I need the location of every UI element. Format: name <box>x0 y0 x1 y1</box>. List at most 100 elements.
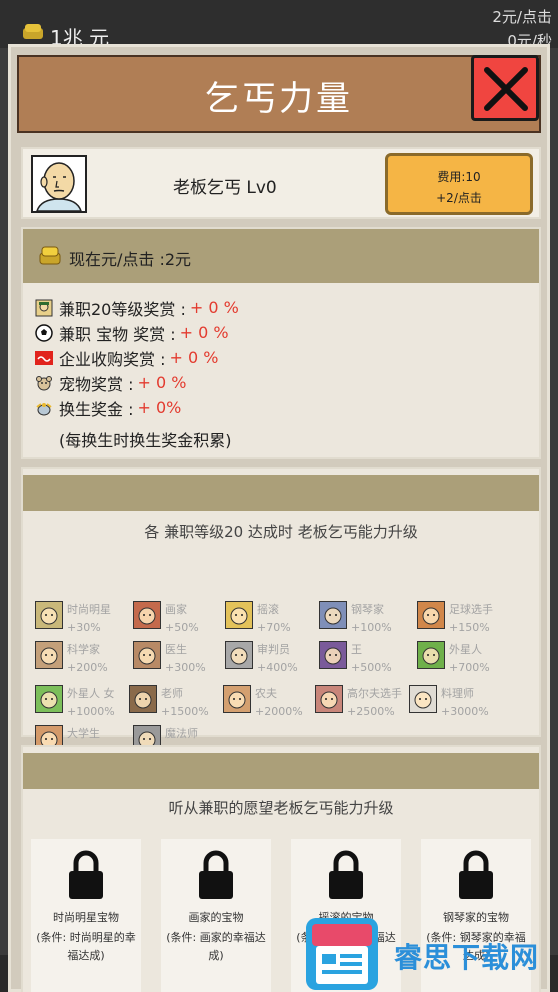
watermark-text: 睿思下载网 <box>394 941 540 974</box>
company-icon <box>35 349 53 367</box>
job-entry: 外星人 女 +1000% <box>35 685 131 725</box>
bonus-label: 兼职20等级奖赏 : <box>59 299 186 319</box>
job-bonus-percent: +300% <box>165 661 206 674</box>
job-portrait-icon <box>133 601 161 629</box>
treasure-slot[interactable]: 画家的宝物 (条件: 画家的幸福达成) <box>161 839 271 992</box>
upgrade-cost-button[interactable]: 费用:10 +2/点击 <box>385 153 533 215</box>
job-bonus-percent: +700% <box>449 661 490 674</box>
job-bonus-percent: +400% <box>257 661 298 674</box>
job-name: 画家 <box>165 603 187 616</box>
bonus-label: 换生奖金 : <box>59 399 134 419</box>
bonus-value: + 0 % <box>189 298 239 317</box>
rebirth-icon <box>35 399 53 417</box>
boss-beggar-avatar <box>31 155 87 213</box>
upgrade-name: 老板乞丐 Lv0 <box>173 178 277 198</box>
job-name: 料理师 <box>441 687 474 700</box>
bonus-label: 企业收购奖赏 : <box>59 349 166 369</box>
bonus-value: + 0 % <box>169 348 219 367</box>
job-name: 外星人 <box>449 643 482 656</box>
job-entry: 科学家 +200% <box>35 641 131 681</box>
treasure-header-band <box>23 753 539 789</box>
beggar-power-dialog: 乞丐力量 老板乞丐 Lv0 费用:10 +2/点击 现在元/点击:2元 兼职2… <box>8 44 550 992</box>
job-name: 科学家 <box>67 643 100 656</box>
job-entry: 钢琴家 +100% <box>319 601 415 641</box>
bonus-label: 宠物奖赏 : <box>59 374 134 394</box>
rate-per-click: 2元/点击 <box>492 8 552 26</box>
job-entry: 王 +500% <box>319 641 415 681</box>
job-bonus-percent: +100% <box>351 621 392 634</box>
jobs-header-band <box>23 475 539 511</box>
job-bonus-percent: +1500% <box>161 705 209 718</box>
job-name: 钢琴家 <box>351 603 384 616</box>
job-portrait-icon <box>225 641 253 669</box>
bonus-row: 企业收购奖赏 : + 0 % <box>35 345 239 370</box>
cost-label: 费用:10 <box>437 170 481 184</box>
job-bonus-percent: +3000% <box>441 705 489 718</box>
close-button[interactable] <box>471 55 539 121</box>
bonus-row: 宠物奖赏 : + 0 % <box>35 370 239 395</box>
job-bonus-percent: +150% <box>449 621 490 634</box>
job-entry: 老师 +1500% <box>129 685 225 725</box>
job-portrait-icon <box>409 685 437 713</box>
job-bonus-percent: +2000% <box>255 705 303 718</box>
gain-label: +2/点击 <box>436 191 482 205</box>
bonus-value: + 0% <box>137 398 182 417</box>
bonus-value: + 0 % <box>179 323 229 342</box>
job-portrait-icon <box>319 641 347 669</box>
job-entry: 料理师 +3000% <box>409 685 505 725</box>
job-entry: 农夫 +2000% <box>223 685 319 725</box>
job-entry: 高尔夫选手 +2500% <box>315 685 411 725</box>
job-name: 外星人 女 <box>67 687 115 700</box>
job-name: 摇滚 <box>257 603 279 616</box>
treasure-name: 画家的宝物 <box>188 911 244 924</box>
job-name: 足球选手 <box>449 603 493 616</box>
job-name: 王 <box>351 643 362 656</box>
lock-icon <box>69 850 103 899</box>
job-name: 时尚明星 <box>67 603 111 616</box>
bonus-value: + 0 % <box>137 373 187 392</box>
stats-card: 现在元/点击 :2元 兼职20等级奖赏 : + 0 % 兼职 宝物 奖赏 : +… <box>21 227 541 459</box>
job-entry: 审判员 +400% <box>225 641 321 681</box>
job-name: 魔法师 <box>165 727 198 740</box>
watermark-logo-icon <box>306 918 378 990</box>
dialog-title: 乞丐力量 <box>205 79 353 119</box>
job-bonus-percent: +1000% <box>67 705 115 718</box>
treasure-slot[interactable]: 时尚明星宝物 (条件: 时尚明星的幸福达成) <box>31 839 141 992</box>
bonus-list: 兼职20等级奖赏 : + 0 % 兼职 宝物 奖赏 : + 0 % 企业收购奖赏… <box>35 295 239 420</box>
bonus-row: 换生奖金 : + 0% <box>35 395 239 420</box>
job-portrait-icon <box>225 601 253 629</box>
job-portrait-icon <box>129 685 157 713</box>
job-entry: 摇滚 +70% <box>225 601 321 641</box>
job-name: 农夫 <box>255 687 277 700</box>
bonus-row: 兼职 宝物 奖赏 : + 0 % <box>35 320 239 345</box>
job-portrait-icon <box>133 641 161 669</box>
coin-stack-icon <box>23 24 43 39</box>
rebirth-note: (每换生时换生奖金积累) <box>59 431 232 450</box>
coin-stack-icon <box>39 246 61 265</box>
lock-icon <box>199 850 233 899</box>
job-bonus-percent: +500% <box>351 661 392 674</box>
soccer-ball-icon <box>35 323 53 342</box>
job-bonus-percent: +70% <box>257 621 291 634</box>
jobs-section-title: 各 兼职等级20 达成时 老板乞丐能力升级 <box>144 523 418 541</box>
job-portrait-icon <box>319 601 347 629</box>
job-portrait-icon <box>417 641 445 669</box>
job-name: 高尔夫选手 <box>347 687 402 700</box>
treasure-condition: (条件: 时尚明星的幸福达成) <box>36 931 136 962</box>
job-name: 审判员 <box>257 643 290 656</box>
stats-header-band: 现在元/点击 :2元 <box>23 229 539 283</box>
job-name: 医生 <box>165 643 187 656</box>
current-per-click: 现在元/点击 :2元 <box>69 250 192 269</box>
lock-icon <box>329 850 363 899</box>
job-entry: 足球选手 +150% <box>417 601 513 641</box>
job-portrait-icon <box>417 601 445 629</box>
job-bonus-percent: +50% <box>165 621 199 634</box>
job-entry: 外星人 +700% <box>417 641 513 681</box>
job-level-card: 各 兼职等级20 达成时 老板乞丐能力升级 时尚明星 +30% 画家 +50% 摇滚 +7… <box>21 467 541 758</box>
lock-icon <box>459 850 493 899</box>
job-bonus-percent: +200% <box>67 661 108 674</box>
job-icon <box>35 299 53 317</box>
job-entry: 时尚明星 +30% <box>35 601 131 641</box>
job-portrait-icon <box>223 685 251 713</box>
treasure-condition: (条件: 画家的幸福达成) <box>166 931 266 962</box>
